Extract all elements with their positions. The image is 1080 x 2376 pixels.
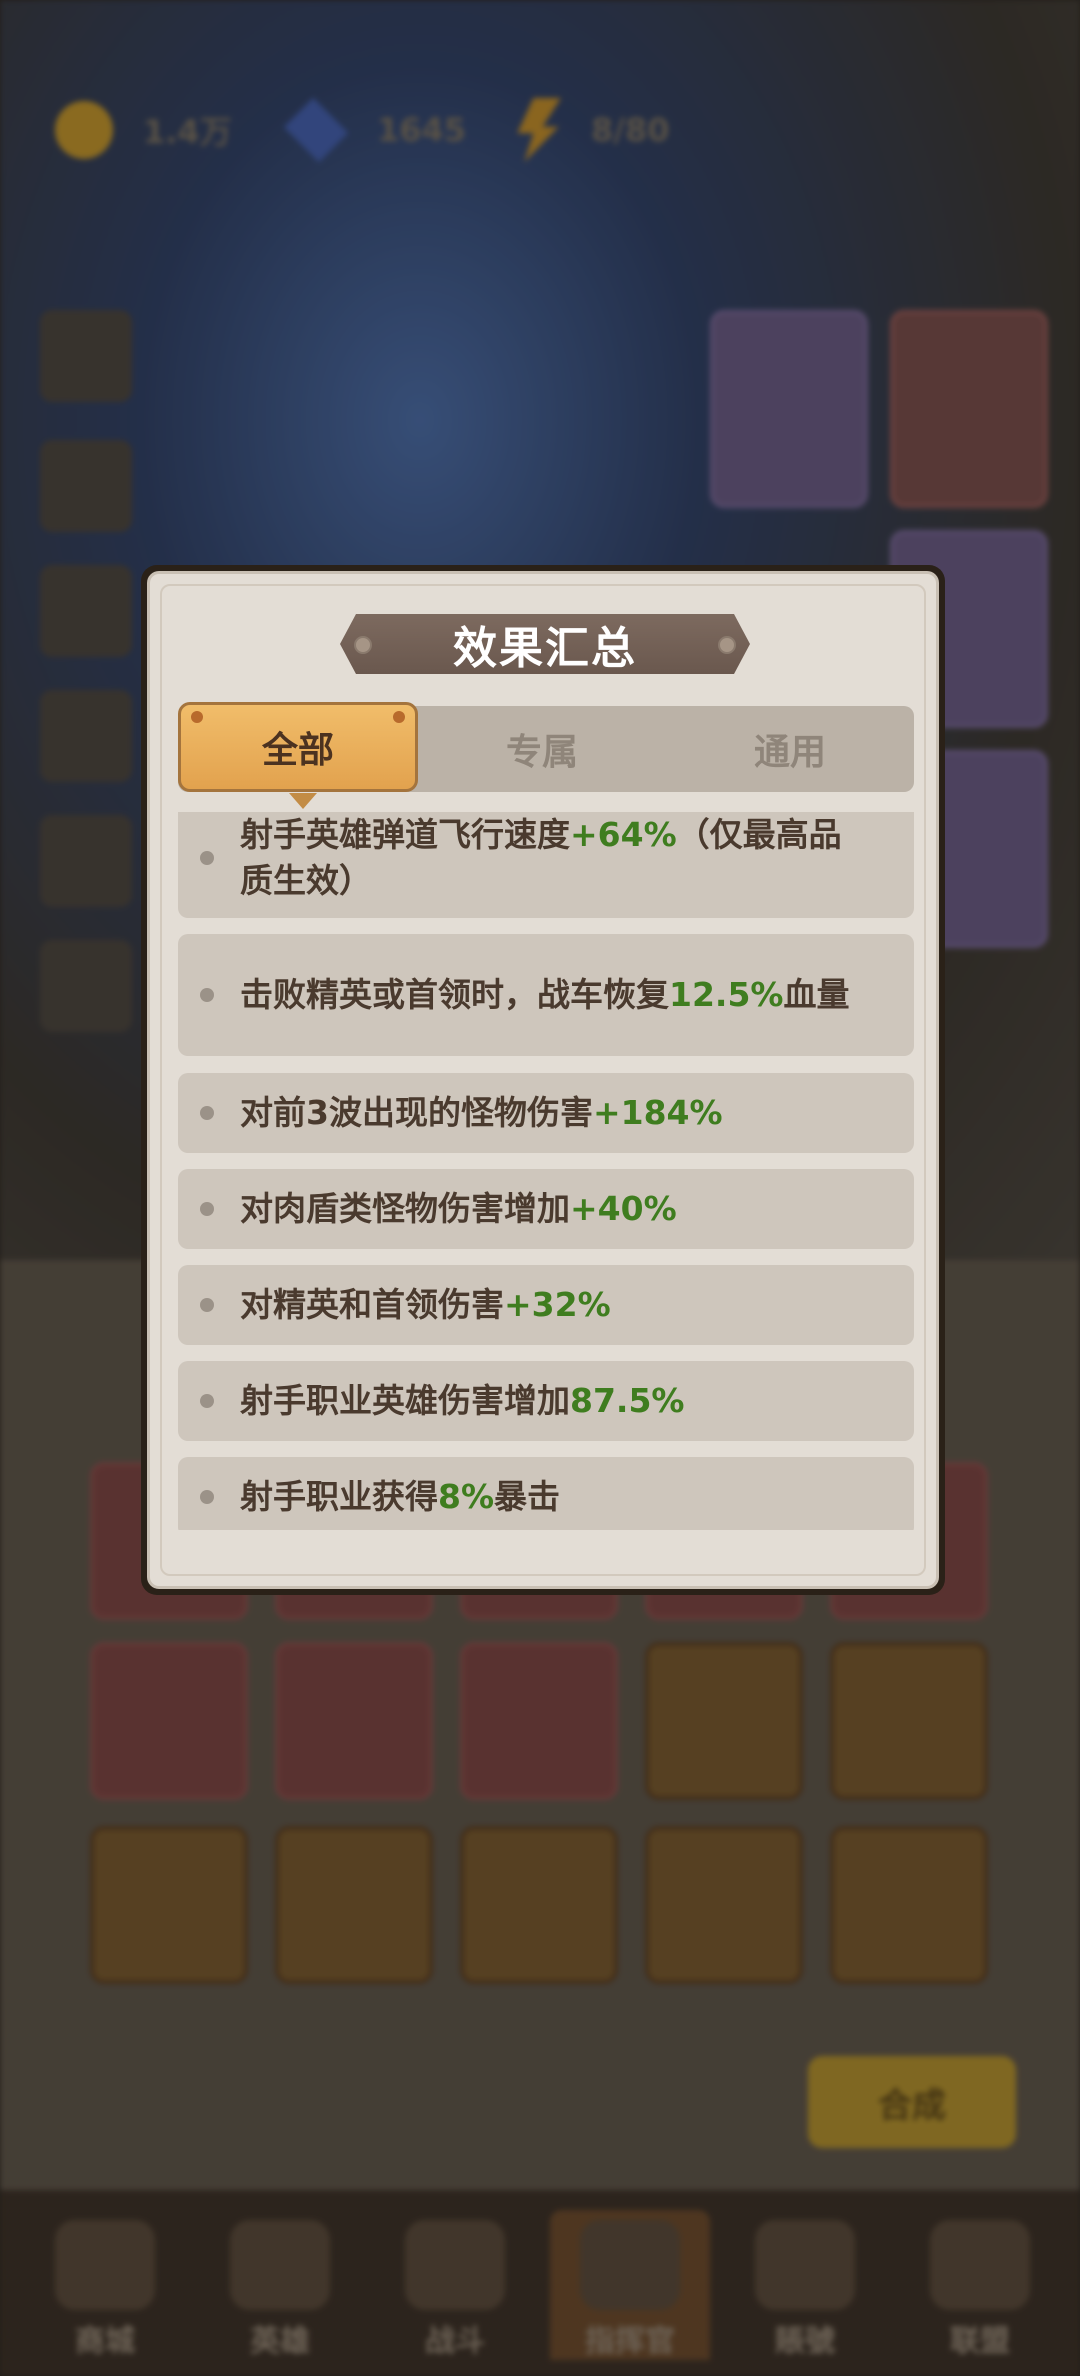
effect-item: 对精英和首领伤害+32% [178,1265,914,1345]
dialog-title-banner: 效果汇总 [340,614,750,674]
tab-all[interactable]: 全部 [178,702,418,809]
filter-tabs: 专属 通用 全部 [178,702,914,809]
bullet-icon [200,1490,214,1504]
effect-item: 击败精英或首领时，战车恢复12.5%血量 [178,934,914,1056]
tab-general-label: 通用 [753,732,826,773]
dialog-title: 效果汇总 [453,623,637,674]
effect-summary-dialog: 效果汇总 专属 通用 全部 射手英雄弹道飞行速度+64%（仅最高品质生效） 击败… [141,565,945,1595]
bullet-icon [200,1202,214,1216]
effect-item: 射手职业获得8%暴击 [178,1457,914,1530]
dialog-body: 效果汇总 专属 通用 全部 射手英雄弹道飞行速度+64%（仅最高品质生效） 击败… [147,571,939,1589]
effect-text: 对前3波出现的怪物伤害+184% [240,1093,723,1132]
pin-icon [191,711,203,723]
effect-item: 对前3波出现的怪物伤害+184% [178,1073,914,1153]
bullet-icon [200,1394,214,1408]
rivet-icon [354,636,372,654]
bullet-icon [200,851,214,865]
effect-item: 射手英雄弹道飞行速度+64%（仅最高品质生效） [178,812,914,918]
bullet-icon [200,1106,214,1120]
effect-text: 射手职业英雄伤害增加87.5% [240,1381,685,1420]
effect-text: 对肉盾类怪物伤害增加+40% [240,1189,677,1228]
rivet-icon [718,636,736,654]
pin-icon [393,711,405,723]
effect-item: 对肉盾类怪物伤害增加+40% [178,1169,914,1249]
tab-pointer-icon [289,793,317,809]
effect-text: 对精英和首领伤害+32% [240,1285,611,1324]
effect-text: 击败精英或首领时，战车恢复12.5%血量 [240,975,850,1014]
tab-exclusive-label: 专属 [505,732,578,773]
bullet-icon [200,1298,214,1312]
effect-item: 射手职业英雄伤害增加87.5% [178,1361,914,1441]
effect-text: 射手英雄弹道飞行速度+64%（仅最高品质生效） [240,815,842,900]
tab-general[interactable]: 通用 [666,706,914,792]
bullet-icon [200,988,214,1002]
effect-list[interactable]: 射手英雄弹道飞行速度+64%（仅最高品质生效） 击败精英或首领时，战车恢复12.… [178,812,914,1530]
tab-exclusive[interactable]: 专属 [418,706,666,792]
tab-all-label: 全部 [261,730,334,771]
effect-text: 射手职业获得8%暴击 [240,1477,561,1516]
